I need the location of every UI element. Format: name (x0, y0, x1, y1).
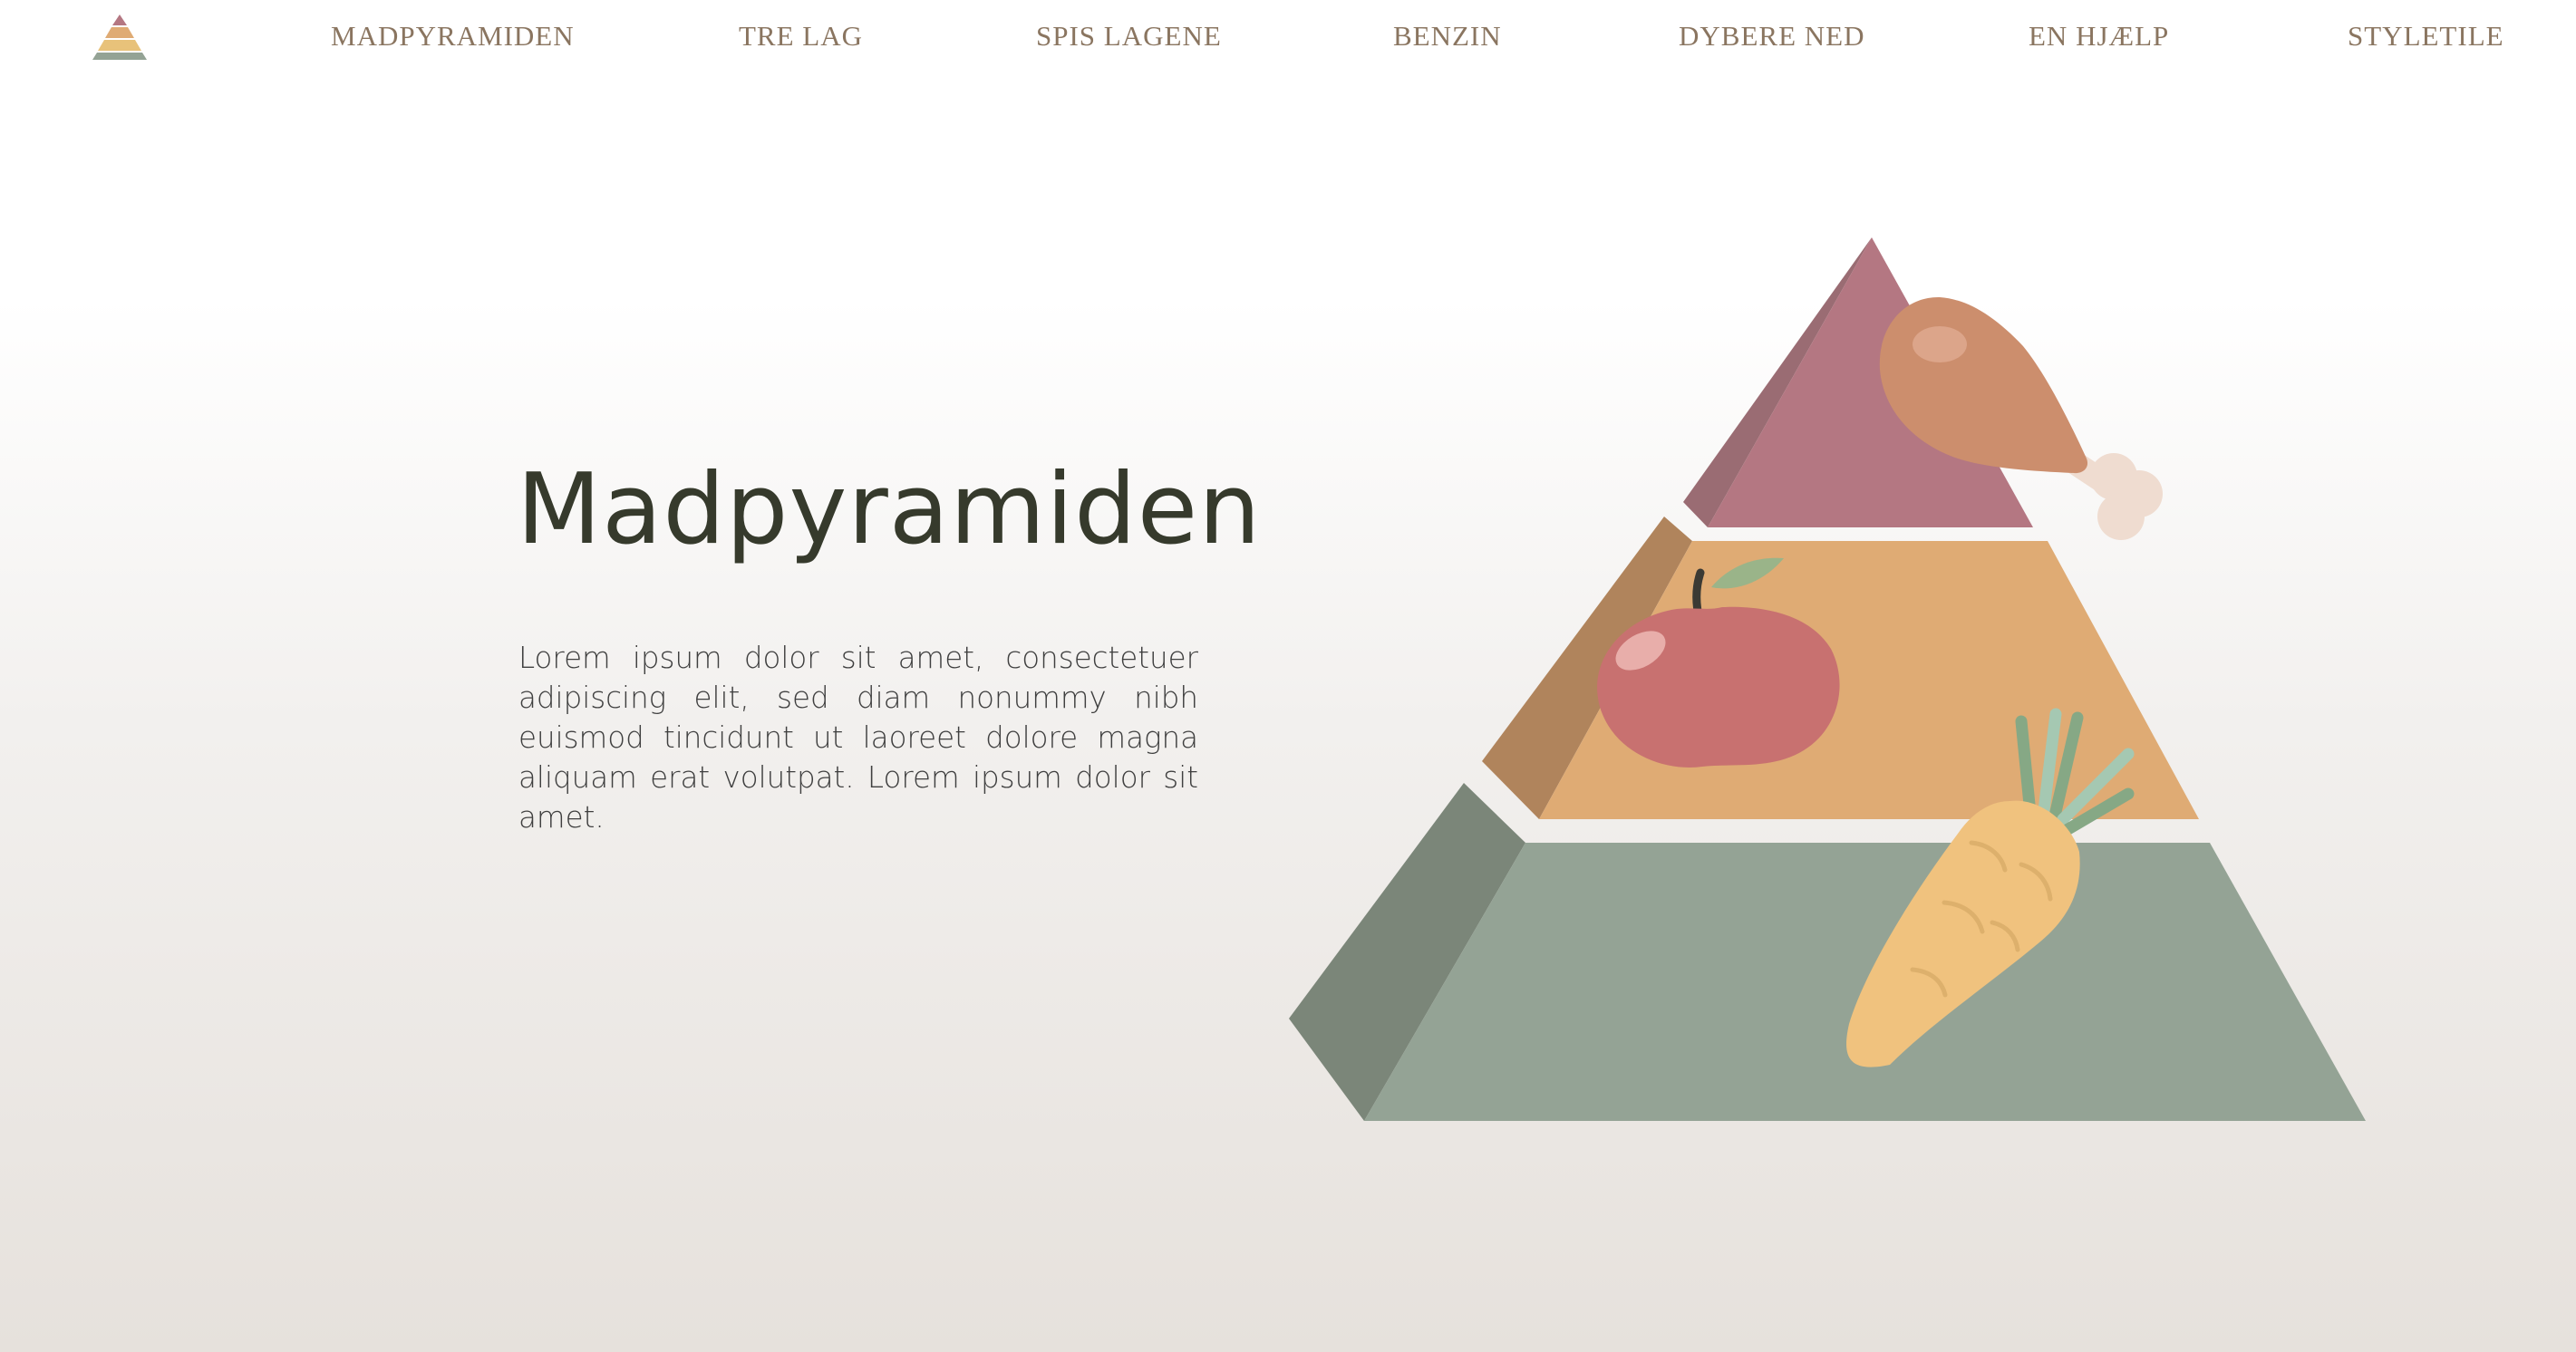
nav-item-dybere-ned[interactable]: DYBERE NED (1679, 20, 1864, 53)
top-navigation: MADPYRAMIDEN TRE LAG SPIS LAGENE BENZIN … (0, 0, 2576, 76)
nav-item-spis-lagene[interactable]: SPIS LAGENE (1036, 20, 1222, 53)
intro-paragraph: Lorem ipsum dolor sit amet, consectetuer… (518, 641, 1198, 835)
pyramid-bottom-layer (1289, 783, 2366, 1121)
nav-item-madpyramiden[interactable]: MADPYRAMIDEN (331, 20, 575, 53)
pyramid-logo-icon[interactable] (91, 13, 149, 62)
nav-item-en-hjaelp[interactable]: EN HJÆLP (2029, 20, 2169, 53)
nav-item-benzin[interactable]: BENZIN (1393, 20, 1502, 53)
pyramid-middle-layer (1482, 517, 2199, 819)
page-title: Madpyramiden (517, 453, 1262, 566)
food-pyramid-icon (1289, 237, 2366, 1121)
nav-item-tre-lag[interactable]: TRE LAG (739, 20, 863, 53)
nav-item-styletile[interactable]: STYLETILE (2348, 20, 2504, 53)
